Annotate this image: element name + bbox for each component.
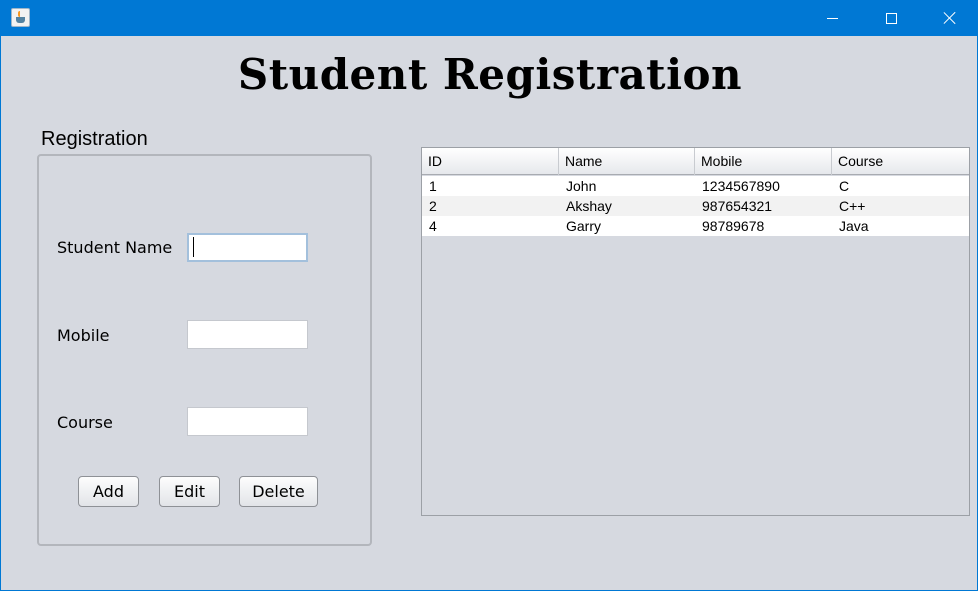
course-input[interactable]: [187, 407, 308, 436]
column-header-course[interactable]: Course: [832, 148, 969, 175]
cell-course: C: [839, 178, 850, 194]
cell-mobile: 1234567890: [702, 178, 780, 194]
table-row[interactable]: 1 John 1234567890 C: [422, 176, 969, 196]
student-name-label: Student Name: [57, 238, 173, 257]
text-caret: [193, 237, 194, 257]
cell-id: 2: [429, 198, 437, 214]
app-window: Student Registration Registration Studen…: [0, 0, 978, 591]
cell-id: 1: [429, 178, 437, 194]
table-row[interactable]: 4 Garry 98789678 Java: [422, 216, 969, 236]
cell-mobile: 98789678: [702, 218, 765, 234]
cell-name: Akshay: [566, 198, 612, 214]
cell-mobile: 987654321: [702, 198, 773, 214]
minimize-icon: [826, 17, 838, 19]
edit-button[interactable]: Edit: [159, 476, 220, 507]
add-button[interactable]: Add: [78, 476, 139, 507]
column-header-name[interactable]: Name: [559, 148, 695, 175]
registration-group-title: Registration: [41, 128, 148, 150]
title-bar[interactable]: [1, 0, 978, 36]
cup-shape: [16, 17, 25, 23]
java-cup-icon[interactable]: [11, 8, 30, 27]
column-header-mobile[interactable]: Mobile: [695, 148, 832, 175]
delete-button[interactable]: Delete: [239, 476, 318, 507]
maximize-button[interactable]: [862, 0, 920, 36]
close-icon: [943, 11, 957, 25]
close-button[interactable]: [921, 0, 978, 36]
cell-course: Java: [839, 218, 869, 234]
page-title: Student Registration: [237, 50, 743, 99]
maximize-icon: [885, 12, 897, 24]
students-table[interactable]: ID Name Mobile Course 1 John 1234567890 …: [421, 147, 970, 516]
cell-name: John: [566, 178, 597, 194]
mobile-label: Mobile: [57, 326, 110, 345]
column-header-id[interactable]: ID: [422, 148, 559, 175]
course-label: Course: [57, 413, 113, 432]
cell-id: 4: [429, 218, 437, 234]
cell-name: Garry: [566, 218, 601, 234]
mobile-input[interactable]: [187, 320, 308, 349]
table-header: ID Name Mobile Course: [422, 148, 969, 175]
minimize-button[interactable]: [803, 0, 861, 36]
table-row[interactable]: 2 Akshay 987654321 C++: [422, 196, 969, 216]
student-name-input[interactable]: [187, 233, 308, 262]
cell-course: C++: [839, 198, 866, 214]
